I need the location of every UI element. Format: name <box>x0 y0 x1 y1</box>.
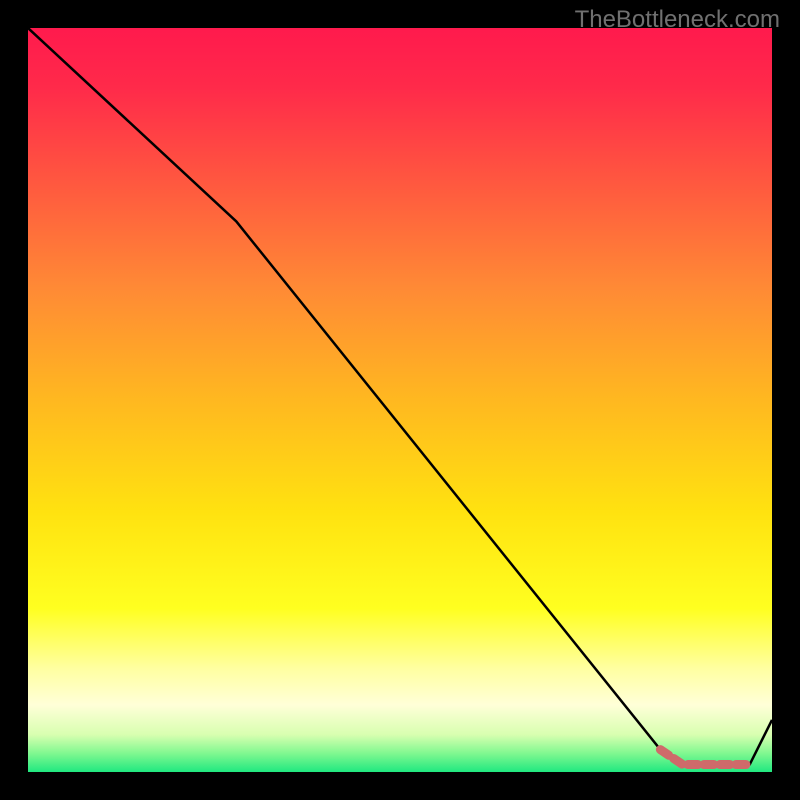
chart-frame: TheBottleneck.com <box>0 0 800 800</box>
curve-line <box>28 28 772 765</box>
line-layer <box>28 28 772 772</box>
plot-area <box>28 28 772 772</box>
highlight-segment <box>660 750 749 765</box>
